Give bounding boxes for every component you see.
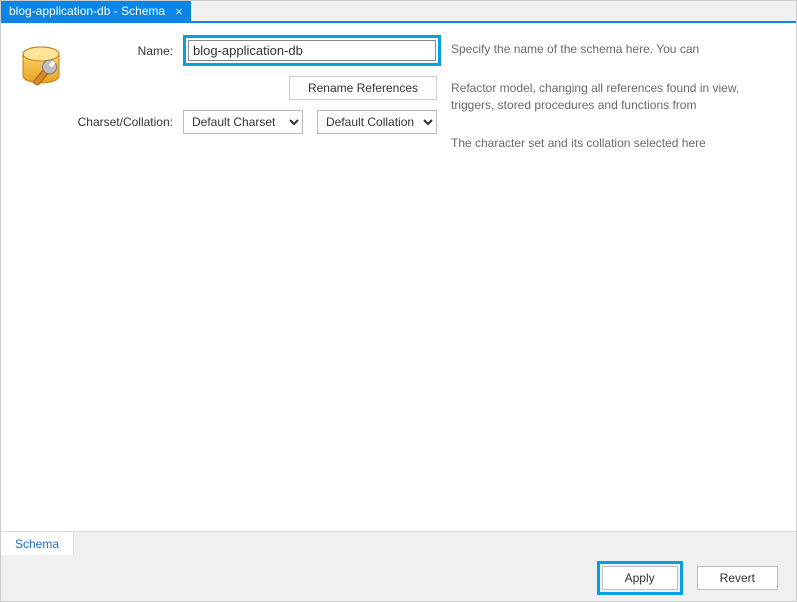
name-label: Name: [17,44,177,58]
rename-references-button[interactable]: Rename References [289,76,437,100]
desc-charset: The character set and its collation sele… [451,135,780,152]
charset-select[interactable]: Default Charset [183,110,303,134]
revert-button[interactable]: Revert [697,566,778,590]
tab-schema[interactable]: blog-application-db - Schema × [1,1,191,21]
desc-rename: Refactor model, changing all references … [451,80,780,114]
description-column: Specify the name of the schema here. You… [451,35,780,519]
desc-name: Specify the name of the schema here. You… [451,41,780,58]
content-area: Name: Rename References Charset/Collatio… [1,23,796,555]
highlight-name [183,35,441,66]
tab-title: blog-application-db - Schema [9,4,165,18]
form-grid: Name: Rename References Charset/Collatio… [17,35,437,519]
highlight-apply: Apply [597,561,683,595]
apply-button[interactable]: Apply [602,566,678,590]
name-input-wrap [183,35,437,66]
close-icon[interactable]: × [175,5,183,18]
bottom-tab-schema[interactable]: Schema [1,532,74,555]
collation-select[interactable]: Default Collation [317,110,437,134]
footer: Apply Revert [1,555,796,601]
charset-label: Charset/Collation: [17,115,177,129]
tab-bar: blog-application-db - Schema × [1,1,796,23]
form-area: Name: Rename References Charset/Collatio… [1,23,796,531]
schema-name-input[interactable] [188,40,436,61]
bottom-tab-bar: Schema [1,531,796,555]
